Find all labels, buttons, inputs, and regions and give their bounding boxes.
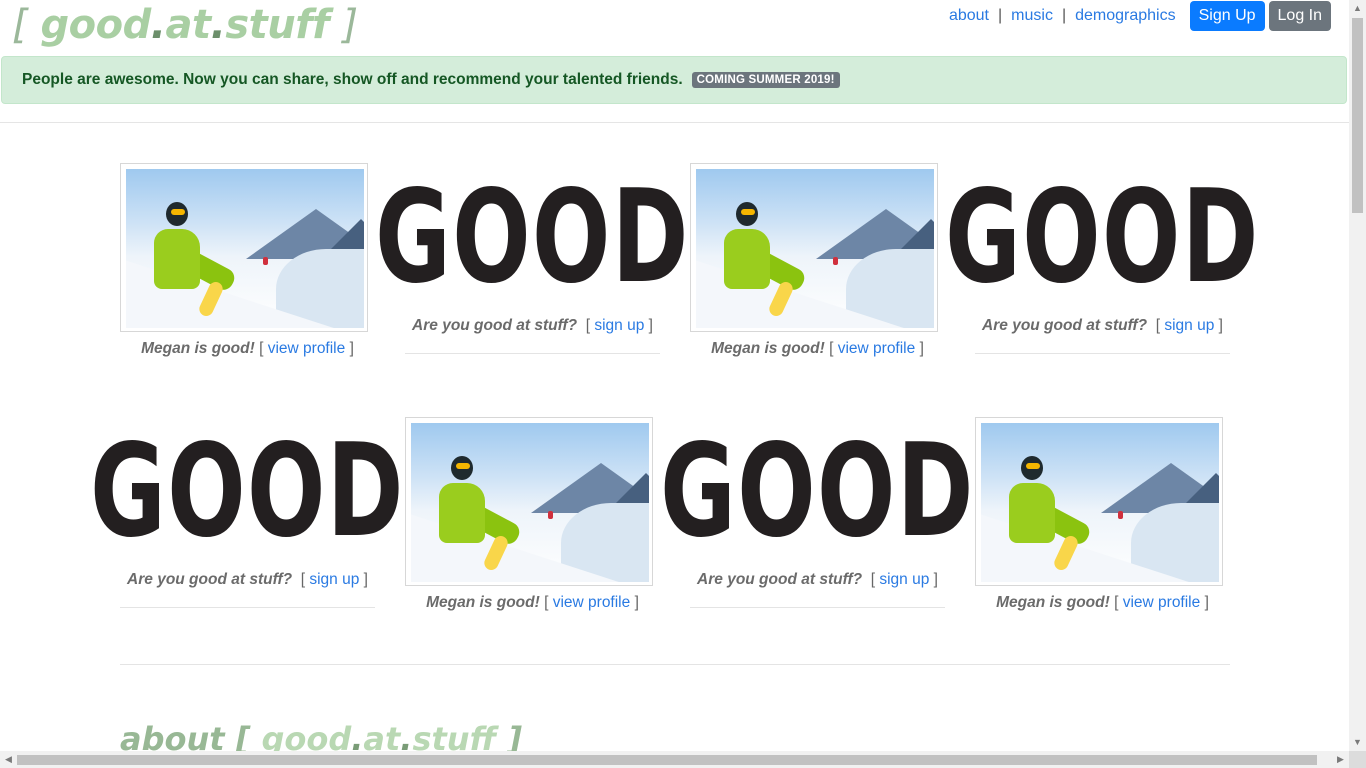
good-logo-image: GOOD bbox=[375, 163, 688, 313]
scroll-left-icon[interactable]: ◀ bbox=[0, 751, 17, 768]
bracket-open: [ bbox=[1114, 594, 1119, 611]
logo-word-good: good bbox=[40, 2, 152, 48]
sign-up-link[interactable]: sign up bbox=[1164, 317, 1214, 334]
logo-word-at: at bbox=[165, 2, 211, 48]
profile-card: Megan is good! [ view profile ] bbox=[690, 163, 945, 358]
nav-music-link[interactable]: music bbox=[1011, 7, 1053, 25]
section-divider bbox=[120, 664, 1230, 665]
sign-up-link[interactable]: sign up bbox=[879, 571, 929, 588]
good-logo-text: GOOD bbox=[375, 163, 690, 312]
good-logo-image: GOOD bbox=[90, 417, 403, 567]
cta-caption: Are you good at stuff? [ sign up ] bbox=[120, 571, 375, 608]
logo-bracket-close: ] bbox=[342, 2, 358, 48]
snowboarder-photo bbox=[696, 169, 934, 328]
profile-caption: Megan is good! [ view profile ] bbox=[405, 594, 660, 612]
announcement-banner: People are awesome. Now you can share, s… bbox=[1, 56, 1347, 104]
profile-card: Megan is good! [ view profile ] bbox=[120, 163, 375, 358]
horizontal-scrollbar[interactable]: ◀ ▶ bbox=[0, 751, 1349, 768]
logo-word-stuff: stuff bbox=[225, 2, 330, 48]
bracket-open: [ bbox=[829, 340, 834, 357]
sign-up-link[interactable]: sign up bbox=[309, 571, 359, 588]
sign-up-link[interactable]: sign up bbox=[594, 317, 644, 334]
signup-cta-card: GOOD Are you good at stuff? [ sign up ] bbox=[945, 163, 1258, 354]
bracket-close: ] bbox=[933, 571, 938, 588]
profile-photo-frame[interactable] bbox=[975, 417, 1223, 586]
bracket-close: ] bbox=[919, 340, 924, 357]
profile-caption: Megan is good! [ view profile ] bbox=[975, 594, 1230, 612]
good-logo-image: GOOD bbox=[660, 417, 973, 567]
profile-photo-frame[interactable] bbox=[120, 163, 368, 332]
bracket-open: [ bbox=[544, 594, 549, 611]
bracket-close: ] bbox=[1218, 317, 1223, 334]
profile-photo-frame[interactable] bbox=[405, 417, 653, 586]
nav-demographics-link[interactable]: demographics bbox=[1075, 7, 1176, 25]
cta-caption: Are you good at stuff? [ sign up ] bbox=[405, 317, 660, 354]
cta-lead-text: Are you good at stuff? bbox=[982, 317, 1148, 334]
horizontal-scroll-thumb[interactable] bbox=[17, 755, 1317, 765]
bracket-open: [ bbox=[259, 340, 264, 357]
scroll-up-icon[interactable]: ▲ bbox=[1349, 0, 1366, 17]
bracket-open: [ bbox=[300, 571, 306, 588]
snowboarder-photo bbox=[981, 423, 1219, 582]
view-profile-link[interactable]: view profile bbox=[838, 340, 916, 357]
bracket-close: ] bbox=[363, 571, 368, 588]
profile-caption: Megan is good! [ view profile ] bbox=[120, 340, 375, 358]
profile-lead-text: Megan is good! bbox=[996, 594, 1110, 611]
good-logo-text: GOOD bbox=[945, 163, 1260, 312]
good-logo-text: GOOD bbox=[660, 417, 975, 566]
profile-lead-text: Megan is good! bbox=[711, 340, 825, 357]
signup-cta-card: GOOD Are you good at stuff? [ sign up ] bbox=[375, 163, 688, 354]
announcement-text: People are awesome. Now you can share, s… bbox=[22, 71, 683, 88]
profile-card: Megan is good! [ view profile ] bbox=[975, 417, 1230, 612]
logo-dot: . bbox=[210, 2, 226, 48]
snowboarder-photo bbox=[411, 423, 649, 582]
log-in-button[interactable]: Log In bbox=[1268, 1, 1331, 31]
bracket-close: ] bbox=[648, 317, 653, 334]
nav-separator: | bbox=[998, 7, 1003, 24]
cta-caption: Are you good at stuff? [ sign up ] bbox=[975, 317, 1230, 354]
profile-card: Megan is good! [ view profile ] bbox=[405, 417, 660, 612]
good-logo-image: GOOD bbox=[945, 163, 1258, 313]
view-profile-link[interactable]: view profile bbox=[268, 340, 346, 357]
scrollbar-corner bbox=[1349, 751, 1366, 768]
profile-lead-text: Megan is good! bbox=[141, 340, 255, 357]
profile-caption: Megan is good! [ view profile ] bbox=[690, 340, 945, 358]
logo-bracket-open: [ bbox=[12, 2, 28, 48]
snowboarder-photo bbox=[126, 169, 364, 328]
site-logo[interactable]: [ good.at.stuff ] bbox=[12, 2, 358, 48]
profile-photo-frame[interactable] bbox=[690, 163, 938, 332]
bracket-close: ] bbox=[1204, 594, 1209, 611]
logo-dot: . bbox=[150, 2, 166, 48]
profile-lead-text: Megan is good! bbox=[426, 594, 540, 611]
coming-soon-badge: COMING SUMMER 2019! bbox=[691, 72, 840, 88]
vertical-scrollbar[interactable]: ▲ ▼ bbox=[1349, 0, 1366, 751]
view-profile-link[interactable]: view profile bbox=[1123, 594, 1201, 611]
bracket-open: [ bbox=[1155, 317, 1161, 334]
nav-about-link[interactable]: about bbox=[949, 7, 989, 25]
bracket-close: ] bbox=[634, 594, 639, 611]
signup-cta-card: GOOD Are you good at stuff? [ sign up ] bbox=[660, 417, 973, 608]
cta-caption: Are you good at stuff? [ sign up ] bbox=[690, 571, 945, 608]
cta-lead-text: Are you good at stuff? bbox=[127, 571, 293, 588]
bracket-open: [ bbox=[585, 317, 591, 334]
top-nav: about | music | demographics Sign Up Log… bbox=[949, 0, 1331, 32]
vertical-scroll-thumb[interactable] bbox=[1352, 18, 1363, 213]
header-divider bbox=[0, 122, 1349, 123]
sign-up-button[interactable]: Sign Up bbox=[1189, 1, 1265, 31]
bracket-open: [ bbox=[870, 571, 876, 588]
signup-cta-card: GOOD Are you good at stuff? [ sign up ] bbox=[90, 417, 403, 608]
nav-separator: | bbox=[1061, 7, 1067, 24]
cta-lead-text: Are you good at stuff? bbox=[412, 317, 578, 334]
view-profile-link[interactable]: view profile bbox=[553, 594, 631, 611]
good-logo-text: GOOD bbox=[90, 417, 405, 566]
cta-lead-text: Are you good at stuff? bbox=[697, 571, 863, 588]
scroll-right-icon[interactable]: ▶ bbox=[1332, 751, 1349, 768]
scroll-down-icon[interactable]: ▼ bbox=[1349, 734, 1366, 751]
bracket-close: ] bbox=[349, 340, 354, 357]
